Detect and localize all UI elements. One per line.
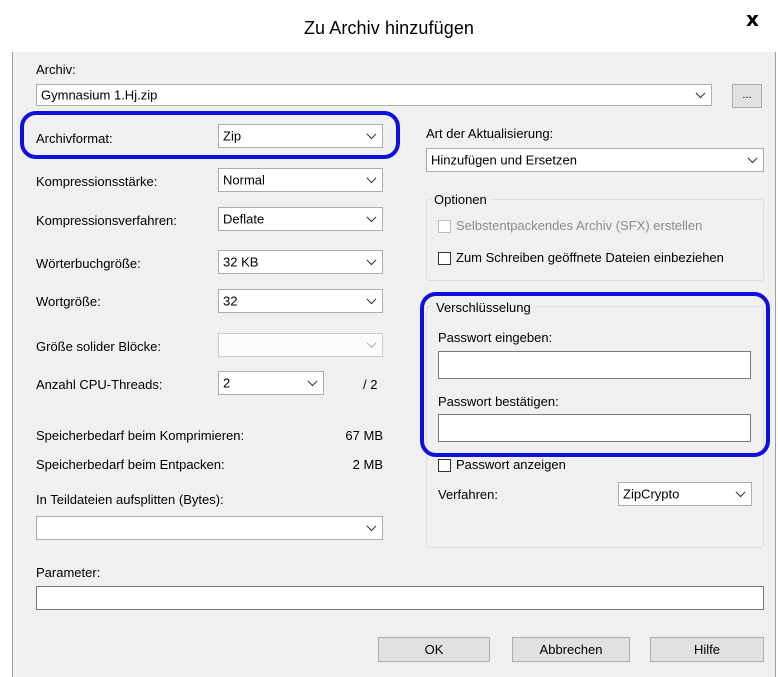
- compression-method-combobox[interactable]: Deflate: [218, 207, 383, 231]
- update-mode-label: Art der Aktualisierung:: [426, 126, 554, 141]
- options-group: [426, 199, 764, 281]
- encryption-method-value: ZipCrypto: [623, 486, 680, 502]
- annotation-highlight-encryption: [420, 292, 770, 457]
- chevron-down-icon[interactable]: [743, 149, 763, 171]
- memory-compress-value: 67 MB: [345, 428, 383, 443]
- cancel-button[interactable]: Abbrechen: [512, 637, 630, 662]
- chevron-down-icon[interactable]: [362, 208, 382, 230]
- chevron-down-icon[interactable]: [691, 85, 711, 105]
- dictionary-size-value: 32 KB: [223, 254, 259, 270]
- chevron-down-icon[interactable]: [362, 290, 382, 312]
- solid-block-size-label: Größe solider Blöcke:: [36, 339, 161, 354]
- shared-files-checkbox[interactable]: [438, 252, 451, 265]
- archive-label: Archiv:: [36, 62, 76, 77]
- chevron-down-icon[interactable]: [731, 483, 751, 505]
- chevron-down-icon[interactable]: [362, 251, 382, 273]
- options-legend: Optionen: [431, 192, 490, 207]
- word-size-label: Wortgröße:: [36, 294, 101, 309]
- show-password-checkbox[interactable]: [438, 459, 451, 472]
- chevron-down-icon[interactable]: [362, 169, 382, 191]
- shared-files-label: Zum Schreiben geöffnete Dateien einbezie…: [456, 250, 724, 265]
- update-mode-combobox[interactable]: Hinzufügen und Ersetzen: [426, 148, 764, 172]
- encryption-method-label: Verfahren:: [438, 487, 498, 502]
- cpu-threads-max: / 2: [363, 377, 378, 392]
- chevron-down-icon[interactable]: [303, 372, 323, 394]
- browse-button[interactable]: ...: [732, 84, 762, 108]
- dictionary-size-label: Wörterbuchgröße:: [36, 256, 141, 271]
- show-password-label: Passwort anzeigen: [456, 457, 566, 472]
- help-button[interactable]: Hilfe: [650, 637, 764, 662]
- archive-path-value: Gymnasium 1.Hj.zip: [41, 87, 158, 103]
- cpu-threads-combobox[interactable]: 2: [218, 371, 324, 395]
- encryption-method-combobox[interactable]: ZipCrypto: [618, 482, 752, 506]
- cpu-threads-label: Anzahl CPU-Threads:: [36, 377, 163, 392]
- compression-level-combobox[interactable]: Normal: [218, 168, 383, 192]
- parameters-label: Parameter:: [36, 565, 101, 580]
- word-size-combobox[interactable]: 32: [218, 289, 383, 313]
- close-icon[interactable]: x: [728, 1, 777, 39]
- dictionary-size-combobox[interactable]: 32 KB: [218, 250, 383, 274]
- word-size-value: 32: [223, 293, 238, 309]
- compression-method-value: Deflate: [223, 211, 265, 227]
- window-title: Zu Archiv hinzufügen: [303, 18, 475, 38]
- compression-level-label: Kompressionsstärke:: [36, 174, 158, 189]
- ok-button[interactable]: OK: [378, 637, 490, 662]
- archive-path-combobox[interactable]: Gymnasium 1.Hj.zip: [36, 84, 712, 106]
- sfx-checkbox: [438, 220, 451, 233]
- parameters-input[interactable]: [36, 586, 764, 610]
- cpu-threads-value: 2: [223, 375, 231, 391]
- compression-method-label: Kompressionsverfahren:: [36, 213, 177, 228]
- solid-block-size-combobox: [218, 333, 383, 357]
- chevron-down-icon: [362, 334, 382, 356]
- annotation-highlight-archive-format: [20, 111, 400, 159]
- split-volumes-combobox[interactable]: [36, 516, 383, 540]
- memory-compress-label: Speicherbedarf beim Komprimieren:: [36, 428, 245, 443]
- update-mode-value: Hinzufügen und Ersetzen: [431, 152, 577, 168]
- memory-decompress-label: Speicherbedarf beim Entpacken:: [36, 457, 225, 472]
- split-volumes-label: In Teildateien aufsplitten (Bytes):: [36, 492, 224, 507]
- compression-level-value: Normal: [223, 172, 265, 188]
- memory-decompress-value: 2 MB: [352, 457, 383, 472]
- sfx-label: Selbstentpackendes Archiv (SFX) erstelle…: [456, 218, 703, 233]
- chevron-down-icon[interactable]: [362, 517, 382, 539]
